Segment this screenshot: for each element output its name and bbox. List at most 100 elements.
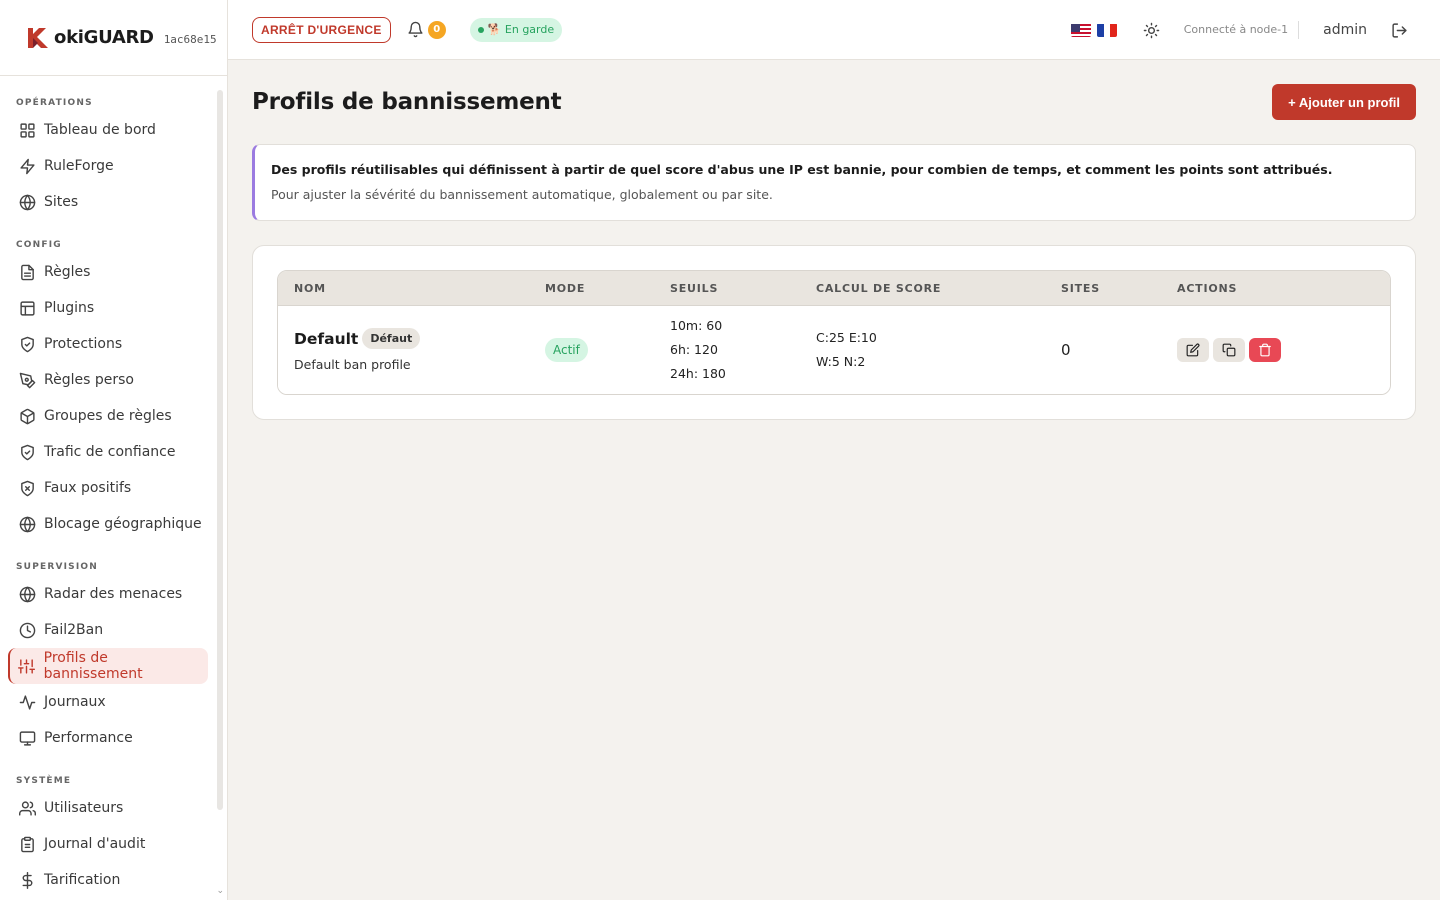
emergency-stop-button[interactable]: ARRÊT D'URGENCE [252, 16, 391, 43]
edit-icon [1186, 343, 1200, 357]
monitor-icon [18, 729, 36, 747]
sidebar-item-regles[interactable]: Règles [8, 254, 208, 290]
column-header-score[interactable]: CALCUL DE SCORE [800, 282, 1045, 295]
threshold-line: 6h: 120 [670, 342, 718, 357]
sidebar-item-radar-des-menaces[interactable]: Radar des menaces [8, 576, 208, 612]
sidebar-item-label: Trafic de confiance [44, 444, 176, 460]
sidebar-item-trafic-de-confiance[interactable]: Trafic de confiance [8, 434, 208, 470]
sidebar-item-sites[interactable]: Sites [8, 184, 208, 220]
sidebar-item-label: Plugins [44, 300, 95, 316]
page-title: Profils de bannissement [252, 89, 562, 115]
sidebar-item-protections[interactable]: Protections [8, 326, 208, 362]
sidebar-item-label: Utilisateurs [44, 800, 124, 816]
sidebar-item-label: Sites [44, 194, 79, 210]
status-dot [477, 26, 484, 33]
info-text-strong: Des profils réutilisables qui définissen… [271, 162, 1333, 177]
column-header-name[interactable]: NOM [278, 282, 529, 295]
bolt-icon [18, 157, 36, 175]
copy-icon [1222, 343, 1236, 357]
sidebar-item-label: Règles perso [44, 372, 134, 388]
file-icon [18, 263, 36, 281]
us-flag-icon[interactable] [1070, 23, 1091, 37]
thresholds-cell: 10m: 60 6h: 120 24h: 180 [654, 314, 800, 386]
sidebar-item-label: Profils de bannissement [43, 650, 143, 682]
column-header-thresholds[interactable]: SEUILS [654, 282, 800, 295]
user-menu[interactable]: admin [1323, 22, 1367, 38]
sidebar-item-plugins[interactable]: Plugins [8, 290, 208, 326]
clock-icon [18, 621, 36, 639]
profile-name: Default [294, 329, 359, 348]
section-title-operations: OPÉRATIONS [16, 98, 93, 108]
scroll-down-icon[interactable]: ⌄ [216, 886, 224, 896]
sidebar-item-journaux[interactable]: Journaux [8, 684, 208, 720]
delete-button[interactable] [1249, 338, 1281, 362]
threshold-line: 24h: 180 [670, 366, 726, 381]
grid-icon [18, 121, 36, 139]
sidebar-item-journal-d-audit[interactable]: Journal d'audit [8, 826, 208, 862]
sidebar-item-label: Fail2Ban [44, 622, 104, 638]
profiles-card: NOM MODE SEUILS CALCUL DE SCORE SITES AC… [252, 245, 1416, 420]
sidebar-item-performance[interactable]: Performance [8, 720, 208, 756]
sidebar-item-label: Journaux [44, 694, 106, 710]
shield-check-icon [18, 335, 36, 353]
build-hash: 1ac68e15 [163, 33, 217, 46]
sliders-icon [18, 657, 36, 675]
brand[interactable]: okiGUARD 1ac68e15 [0, 0, 227, 76]
sun-icon[interactable] [1143, 22, 1160, 39]
sidebar-item-utilisateurs[interactable]: Utilisateurs [8, 790, 208, 826]
language-switcher[interactable] [1065, 23, 1117, 37]
info-text-sub: Pour ajuster la sévérité du bannissement… [271, 187, 773, 202]
profile-description: Default ban profile [294, 357, 411, 372]
sidebar-item-groupes-de-regles[interactable]: Groupes de règles [8, 398, 208, 434]
profiles-table: NOM MODE SEUILS CALCUL DE SCORE SITES AC… [277, 270, 1391, 395]
sidebar-item-label: Tarification [44, 872, 121, 888]
score-line: W:5 N:2 [816, 354, 866, 369]
sites-cell: 0 [1045, 341, 1161, 359]
sidebar-item-label: Journal d'audit [44, 836, 146, 852]
threshold-line: 10m: 60 [670, 318, 723, 333]
logout-icon[interactable] [1391, 22, 1408, 39]
add-profile-button[interactable]: + Ajouter un profil [1272, 84, 1416, 120]
sidebar-item-blocage-geographique[interactable]: Blocage géographique [8, 506, 208, 542]
info-callout: Des profils réutilisables qui définissen… [252, 144, 1416, 221]
notifications-button[interactable]: 0 [407, 20, 446, 39]
table-header: NOM MODE SEUILS CALCUL DE SCORE SITES AC… [278, 271, 1390, 306]
section-title-supervision: SUPERVISION [16, 562, 98, 572]
dollar-icon [18, 871, 36, 889]
default-badge: Défaut [362, 328, 421, 349]
guard-status-label: 🐕 En garde [487, 23, 555, 36]
section-title-systeme: SYSTÈME [16, 776, 72, 786]
shield-x-icon [18, 479, 36, 497]
fr-flag-icon[interactable] [1096, 23, 1117, 37]
sidebar-item-label: Tableau de bord [44, 122, 156, 138]
sidebar-item-ruleforge[interactable]: RuleForge [8, 148, 208, 184]
edit-button[interactable] [1177, 338, 1209, 362]
sidebar-item-tarification[interactable]: Tarification [8, 862, 208, 898]
column-header-mode[interactable]: MODE [529, 282, 654, 295]
users-icon [18, 799, 36, 817]
duplicate-button[interactable] [1213, 338, 1245, 362]
sidebar-scrollbar[interactable] [217, 90, 223, 810]
activity-icon [18, 693, 36, 711]
sidebar-item-tableau-de-bord[interactable]: Tableau de bord [8, 112, 208, 148]
sidebar-item-label: Groupes de règles [44, 408, 172, 424]
trash-icon [1259, 343, 1271, 357]
globe-icon [18, 585, 36, 603]
sidebar-nav: OPÉRATIONS Tableau de bord RuleForge Sites C… [0, 76, 227, 898]
column-header-sites[interactable]: SITES [1045, 282, 1161, 295]
globe-icon [18, 515, 36, 533]
sidebar-item-profils-de-bannissement[interactable]: Profils de bannissement [8, 648, 208, 684]
sidebar-item-fail2ban[interactable]: Fail2Ban [8, 612, 208, 648]
mode-badge: Actif [545, 338, 588, 362]
clipboard-icon [18, 835, 36, 853]
layout-icon [18, 299, 36, 317]
logo-icon [28, 27, 48, 48]
section-title-config: CONFIG [16, 240, 62, 250]
shield-check-icon [18, 443, 36, 461]
table-row[interactable]: Default Défaut Default ban profile Actif… [278, 306, 1390, 394]
sidebar-item-faux-positifs[interactable]: Faux positifs [8, 470, 208, 506]
sidebar-item-regles-perso[interactable]: Règles perso [8, 362, 208, 398]
sidebar-item-label: Blocage géographique [44, 516, 202, 532]
